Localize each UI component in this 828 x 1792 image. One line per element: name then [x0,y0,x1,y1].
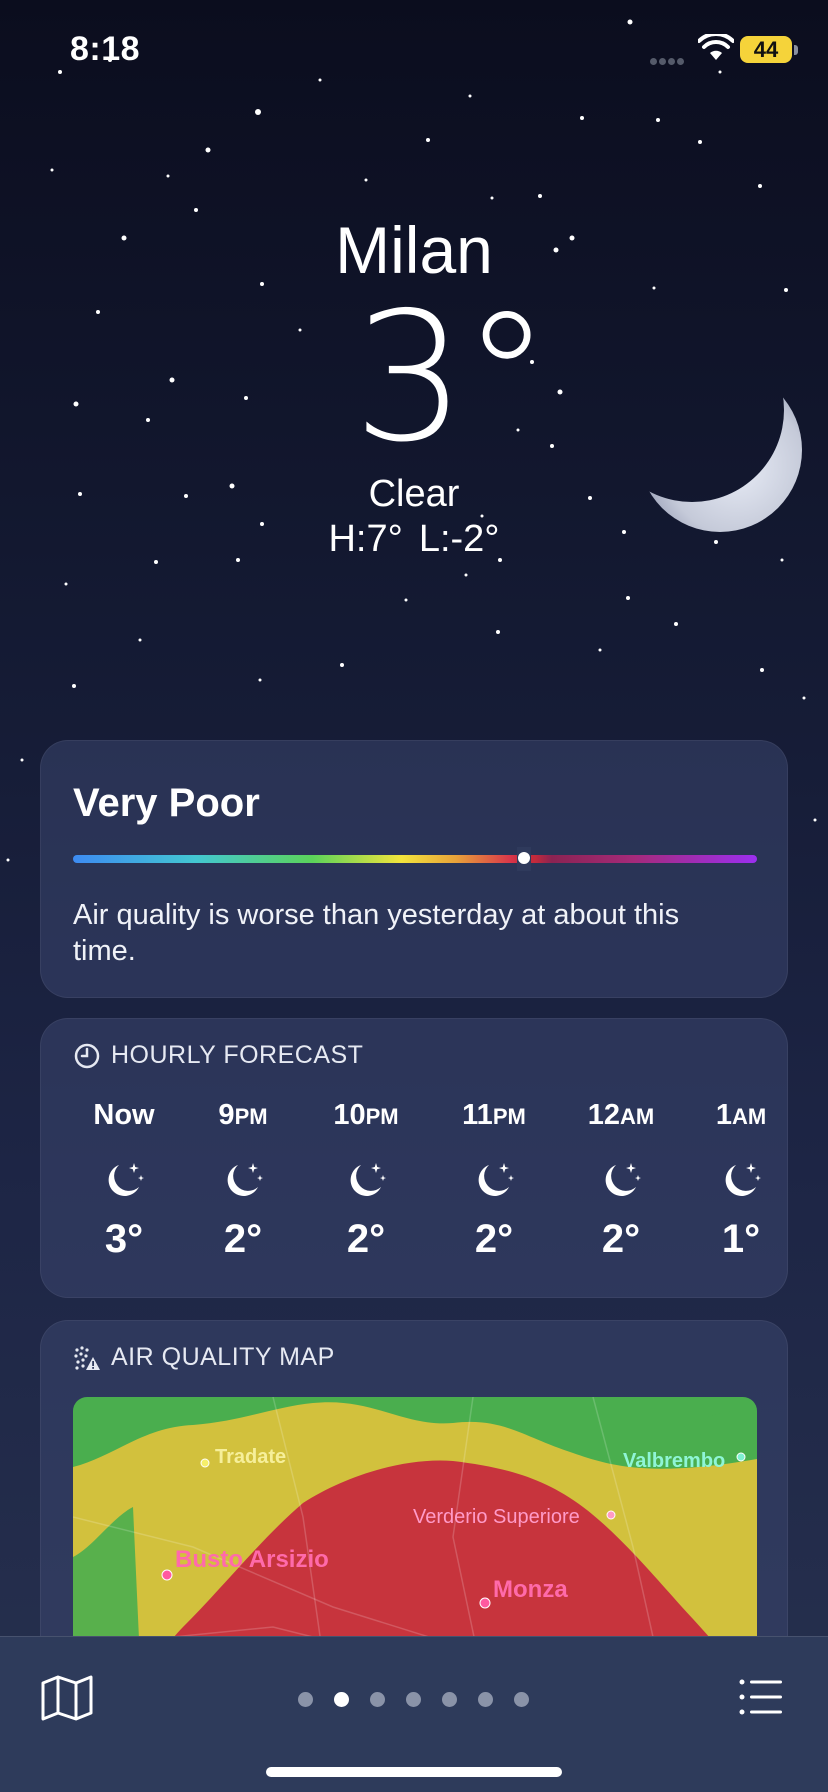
map-label-valbrembo: Valbrembo [623,1450,725,1472]
page-dot[interactable] [514,1692,529,1707]
current-weather: Milan 3° Clear H:7° L:-2° [0,205,828,561]
low-temperature: L:-2° [418,518,500,560]
hour-temperature: 2° [223,1217,263,1261]
page-dot[interactable] [442,1692,457,1707]
hourly-forecast-header: HOURLY FORECAST [73,1041,363,1070]
hour-temperature: 2° [346,1217,386,1261]
hourly-forecast-title: HOURLY FORECAST [111,1041,364,1069]
hour-temperature: 1° [721,1217,761,1261]
hour-label: 1AM [715,1099,767,1131]
hour-label: Now [93,1099,155,1131]
air-quality-description: Air quality is worse than yesterday at a… [73,899,680,967]
hour-item: 10PM 2° [311,1095,421,1262]
hour-item: Now 3° [69,1095,179,1262]
moon-stars-icon [227,1163,263,1196]
map-label-verderio-superiore: Verderio Superiore [413,1506,580,1528]
hour-label: 10PM [333,1099,399,1131]
air-quality-warning-icon [74,1345,100,1370]
list-icon[interactable] [738,1677,784,1717]
hour-temperature: 3° [104,1217,144,1261]
bottom-toolbar [0,1636,828,1792]
page-dot[interactable] [406,1692,421,1707]
page-indicator[interactable] [298,1692,550,1707]
moon-stars-icon [605,1163,641,1196]
hour-item: 12AM 2° [566,1095,676,1262]
high-temperature: H:7° [328,518,403,560]
page-dot-active[interactable] [334,1692,349,1707]
hourly-forecast-card[interactable]: HOURLY FORECAST Now 3° 9PM 2° 10PM 2° 11… [40,1018,788,1298]
page-dot[interactable] [478,1692,493,1707]
hour-temperature: 2° [474,1217,514,1261]
status-bar: 8:18 44 [0,0,828,100]
weather-condition: Clear [368,473,460,515]
hour-item: 1AM 1° [686,1095,796,1262]
page-dot[interactable] [370,1692,385,1707]
cellular-signal-icon [650,52,686,70]
air-quality-card[interactable]: Very Poor Air quality is worse than yest… [40,740,788,998]
air-quality-map-title: AIR QUALITY MAP [111,1343,335,1371]
hour-label: 11PM [462,1099,526,1131]
air-quality-level: Very Poor [73,781,260,825]
page-dot[interactable] [298,1692,313,1707]
map-label-busto-arsizio: Busto Arsizio [175,1546,329,1573]
map-label-tradate: Tradate [215,1446,286,1468]
clock-icon [74,1043,100,1068]
moon-stars-icon [478,1163,514,1196]
moon-stars-icon [108,1163,144,1196]
hour-label: 12AM [587,1099,655,1131]
air-quality-scale [73,855,757,863]
status-time: 8:18 [70,30,141,68]
hour-label: 9PM [218,1099,268,1131]
battery-indicator: 44 [740,36,798,63]
hour-item: 11PM 2° [439,1095,549,1262]
map-label-monza: Monza [493,1576,568,1603]
home-indicator[interactable] [266,1767,562,1777]
moon-stars-icon [350,1163,386,1196]
wifi-icon [698,34,734,60]
map-icon[interactable] [40,1675,94,1721]
high-low: H:7° L:-2° [0,517,828,561]
hour-item: 9PM 2° [188,1095,298,1262]
hour-temperature: 2° [601,1217,641,1261]
air-quality-map-header: AIR QUALITY MAP [73,1343,335,1372]
current-temperature: 3° [352,274,551,481]
moon-stars-icon [725,1163,761,1196]
